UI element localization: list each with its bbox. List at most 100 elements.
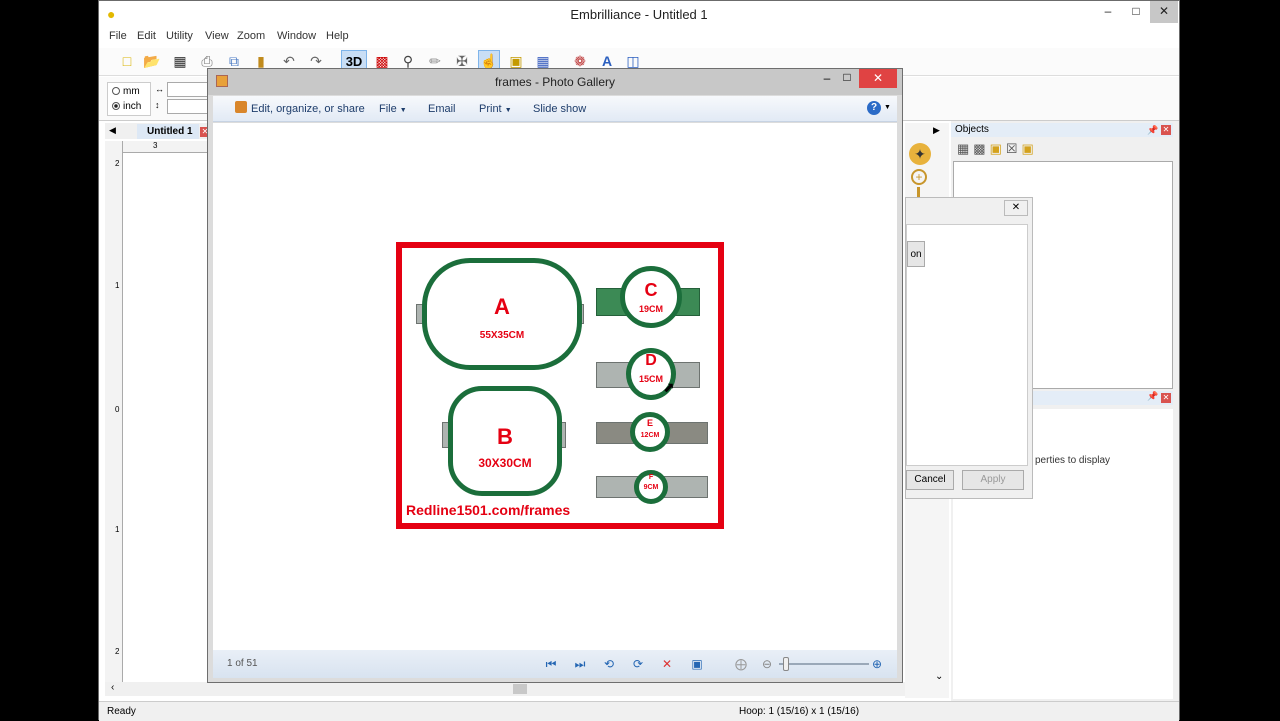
menu-help[interactable]: Help [326,30,349,42]
actual-size-icon[interactable]: ⨁ [733,656,749,672]
menu-edit[interactable]: Edit [137,30,156,42]
hoop-size-status: Hoop: 1 (15/16) x 1 (15/16) [739,706,860,717]
menu-view[interactable]: View [205,30,229,42]
zoom-out-icon[interactable]: ⊖ [759,656,775,672]
maximize-button[interactable]: □ [1122,1,1150,23]
app-title: Embrilliance - Untitled 1 [570,7,708,22]
previous-icon[interactable]: ⏮ [543,656,559,672]
app-titlebar: ● Embrilliance - Untitled 1 – □ ✕ [99,1,1179,28]
edit-organize-share-button[interactable]: Edit, organize, or share [251,103,365,115]
print-menu-label: Print [479,103,502,115]
apply-button[interactable]: Apply [962,470,1024,490]
rotate-right-icon[interactable]: ⟳ [630,656,646,672]
hoop-f-letter: F [648,474,654,481]
width-field[interactable] [167,82,209,97]
minimize-button[interactable]: – [1094,1,1122,23]
compass-icon[interactable]: ✦ [909,143,931,165]
help-chevron-icon[interactable]: ▼ [884,104,891,111]
objects-close-icon[interactable]: ✕ [1161,125,1171,135]
status-bar: Ready Hoop: 1 (15/16) x 1 (15/16) [99,701,1179,721]
delete-icon[interactable]: ✕ [659,656,675,672]
dialog-partial-button[interactable]: on [907,241,925,267]
gallery-close-button[interactable]: ✕ [859,69,897,88]
new-file-icon[interactable]: □ [116,50,138,72]
rotate-left-icon[interactable]: ⟲ [601,656,617,672]
zoom-slider[interactable] [779,663,869,665]
gallery-titlebar: frames - Photo Gallery – □ ✕ [208,69,902,95]
center-icon[interactable]: + [911,169,927,185]
scroll-left-icon[interactable]: ‹ [111,682,114,693]
unlock-icon[interactable]: ▣ [1022,141,1038,156]
dialog-close-button[interactable]: ✕ [1004,200,1028,216]
open-folder-icon[interactable]: 📂 [141,50,163,72]
chevron-down-icon: ▼ [504,107,512,114]
horizontal-scrollbar[interactable]: ‹ › [105,682,939,696]
objects-toolbar: ▦▩▣☒▣ [957,141,1057,157]
hoop-a-size: 55X35CM [479,330,525,341]
unit-mm-radio[interactable]: mm [112,86,140,97]
lock-icon[interactable]: ▣ [990,141,1006,156]
gallery-command-bar: Edit, organize, or share File ▼ Email Pr… [213,96,897,122]
hoop-e-letter: E [646,418,653,428]
email-button[interactable]: Email [428,103,456,115]
tab-untitled-1[interactable]: Untitled 1 [137,124,199,139]
scroll-down-icon[interactable]: ⌄ [935,671,943,682]
hoop-frames-photo: A 55X35CM B 30X30CM C 19CM D 15CM E 12CM [396,242,724,529]
close-button[interactable]: ✕ [1150,1,1178,23]
slide-show-button[interactable]: Slide show [533,103,586,115]
tab-scroll-left-icon[interactable]: ◀ [109,125,116,136]
tab-label: Untitled 1 [147,126,193,137]
props-pin-icon[interactable]: 📌 [1147,391,1158,402]
print-menu-button[interactable]: Print ▼ [479,103,512,115]
dialog-body: on [906,224,1028,466]
hoop-f-size: 9CM [643,484,659,491]
ruler-mark: 1 [115,525,120,534]
objects-panel-title: Objects [955,124,989,135]
photo-caption: Redline1501.com/frames [406,502,571,518]
delete-icon[interactable]: ☒ [1006,141,1022,156]
hoop-b-size: 30X30CM [478,456,532,470]
height-field[interactable] [167,99,209,114]
slideshow-icon[interactable]: ▣ [689,656,705,672]
gallery-image-view[interactable]: A 55X35CM B 30X30CM C 19CM D 15CM E 12CM [213,123,897,650]
height-icon: ↕ [155,100,160,110]
horizontal-ruler: 3 [123,141,213,153]
scroll-thumb[interactable] [513,684,527,694]
panel-scroll-right-icon[interactable]: ▶ [933,125,940,136]
menu-bar: File Edit Utility View Zoom Window Help [99,28,1179,48]
pin-icon[interactable]: 📌 [1147,123,1158,137]
hoop-d-letter: D [645,352,657,369]
file-menu-label: File [379,103,397,115]
gallery-maximize-button[interactable]: □ [840,70,854,84]
menu-zoom[interactable]: Zoom [237,30,265,42]
hoop-b-letter: B [497,424,513,449]
ruler-mark: 2 [115,159,120,168]
zoom-in-icon[interactable]: ⊕ [869,656,885,672]
gallery-title: frames - Photo Gallery [494,75,616,89]
file-menu-button[interactable]: File ▼ [379,103,407,115]
zoom-slider-thumb[interactable] [783,657,789,671]
vertical-ruler: 2 1 0 1 2 [105,141,123,686]
props-close-icon[interactable]: ✕ [1161,393,1171,403]
menu-utility[interactable]: Utility [166,30,193,42]
unit-inch-radio[interactable]: inch [112,101,141,112]
gallery-minimize-button[interactable]: – [820,71,834,85]
help-icon[interactable]: ? [867,101,881,115]
cancel-button[interactable]: Cancel [906,470,954,490]
hoop-a-letter: A [494,294,510,319]
menu-window[interactable]: Window [277,30,316,42]
photo-gallery-window: frames - Photo Gallery – □ ✕ Edit, organ… [207,68,903,683]
group-icon[interactable]: ▦ [957,141,973,156]
chevron-down-icon: ▼ [399,107,407,114]
save-icon[interactable]: ▦ [169,50,191,72]
width-icon: ↔ [155,84,164,94]
next-icon[interactable]: ⏭ [572,656,588,672]
image-position: 1 of 51 [227,658,258,669]
mouse-cursor-icon: ⬈ [663,379,675,395]
properties-message: perties to display [1035,455,1111,466]
status-text: Ready [107,706,136,717]
ruler-mark: 3 [153,141,158,150]
ungroup-icon[interactable]: ▩ [973,141,989,156]
menu-file[interactable]: File [109,30,127,42]
dialog-titlebar: ✕ [906,198,1032,220]
